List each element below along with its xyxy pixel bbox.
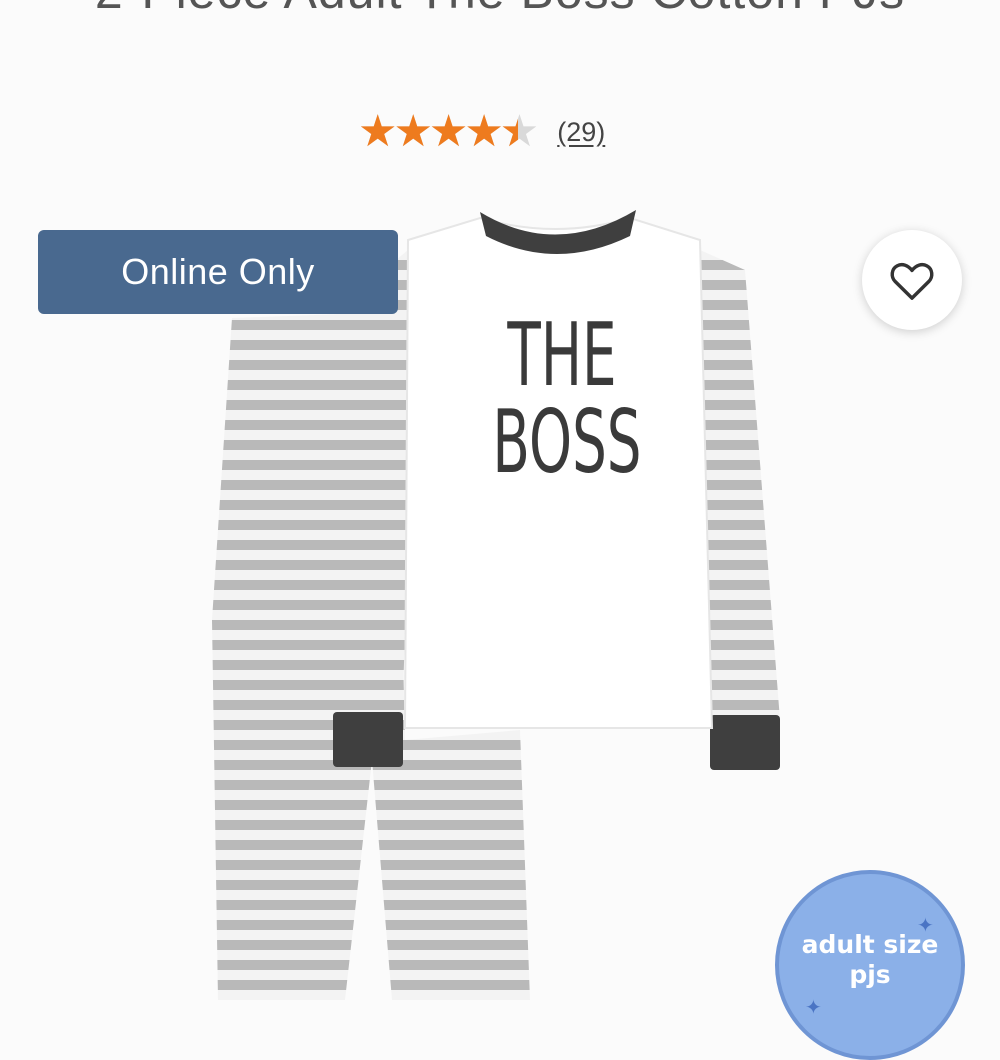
adult-size-sticker: ✦ ✦ adult size pjs [775, 870, 965, 1060]
review-count-link[interactable]: (29) [557, 117, 605, 148]
rating-stars: ★★★★★ ★★★★★ [358, 110, 539, 154]
pajama-shirt: THE BOSS [403, 210, 714, 729]
heart-outline-icon [890, 262, 934, 300]
favorite-button[interactable] [862, 230, 962, 330]
product-image: THE BOSS [212, 210, 780, 1000]
star-doodle-icon: ✦ [917, 913, 934, 937]
online-only-badge: Online Only [38, 230, 398, 314]
product-title: 2-Piece Adult The Boss Cotton PJs [0, 0, 1000, 20]
sticker-line2: pjs [849, 960, 891, 989]
rating-row[interactable]: ★★★★★ ★★★★★ (29) [358, 110, 605, 154]
star-doodle-icon: ✦ [805, 995, 822, 1019]
stars-filled: ★★★★★ [358, 110, 518, 154]
shirt-print-line2: BOSS [492, 392, 641, 494]
